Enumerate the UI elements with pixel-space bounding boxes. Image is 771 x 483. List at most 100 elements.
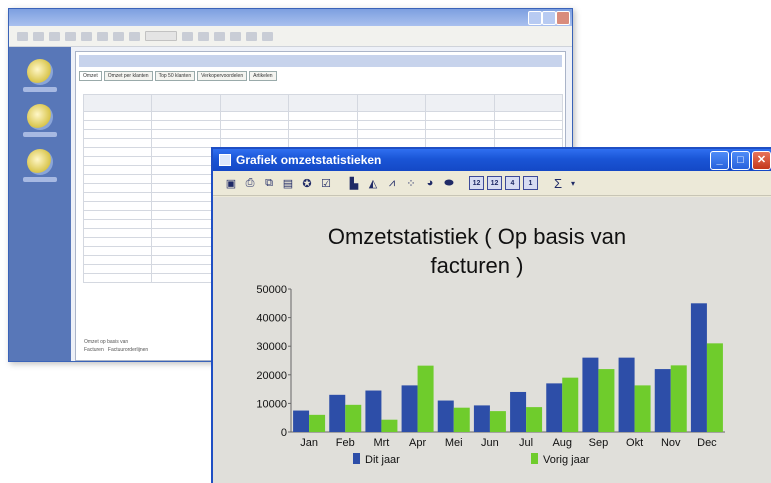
chart-window-titlebar[interactable]: Grafiek omzetstatistieken _ □ ✕: [213, 149, 771, 171]
background-window-titlebar: [9, 9, 572, 26]
doughnut-icon[interactable]: ⬬: [441, 175, 457, 191]
close-button[interactable]: ✕: [752, 151, 771, 170]
statistics-tabs: Omzet Omzet per klanten Top 50 klanten V…: [79, 71, 562, 81]
bar-dit-jaar-okt: [618, 357, 635, 432]
tab-omzet-per-klanten[interactable]: Omzet per klanten: [103, 71, 153, 81]
bar-dit-jaar-jan: [293, 410, 310, 432]
zoom-select[interactable]: [145, 31, 177, 41]
table-row[interactable]: [82, 129, 564, 139]
table-row[interactable]: [82, 111, 564, 121]
tab-omzet[interactable]: Omzet: [79, 71, 102, 81]
export-icon[interactable]: ▤: [280, 175, 296, 191]
bar-chart-icon[interactable]: ▙: [346, 175, 362, 191]
toolbar-icon[interactable]: [182, 31, 193, 41]
view-12-b-icon[interactable]: 12: [487, 176, 502, 190]
x-tick-label: Nov: [661, 437, 681, 449]
nav-chart-icon[interactable]: [27, 59, 53, 85]
x-tick-label: Apr: [409, 437, 426, 449]
navigation-panel: [9, 47, 71, 361]
x-tick-label: Feb: [336, 437, 355, 449]
radio-factuurorderlijnen[interactable]: Factuurorderlijnen: [108, 347, 148, 353]
chart-x-labels: Jan Feb Mrt Apr Mei Jun Jul Aug Sep Okt Nov Dec: [300, 437, 717, 449]
bar-vorig-jaar-jan: [309, 414, 326, 432]
toolbar-icon[interactable]: [49, 31, 60, 41]
sum-icon[interactable]: Σ: [550, 175, 566, 191]
minimize-button[interactable]: _: [710, 151, 729, 170]
nav-chart-icon[interactable]: [27, 149, 53, 175]
nav-chart-icon[interactable]: [27, 104, 53, 130]
x-tick-label: Jul: [519, 437, 533, 449]
toolbar-icon[interactable]: [97, 31, 108, 41]
maximize-button[interactable]: □: [731, 151, 750, 170]
print-icon[interactable]: ⎙: [242, 175, 258, 191]
toolbar-separator: [460, 175, 466, 191]
panel-header: [79, 55, 562, 67]
wizard-icon[interactable]: ✪: [299, 175, 315, 191]
toolbar-icon[interactable]: [198, 31, 209, 41]
bar-vorig-jaar-sep: [598, 369, 615, 432]
toolbar-icon[interactable]: [81, 31, 92, 41]
view-1-icon[interactable]: 1: [523, 176, 538, 190]
view-4-icon[interactable]: 4: [505, 176, 520, 190]
x-tick-label: Dec: [697, 437, 717, 449]
revenue-bar-chart: Omzetstatistiek ( Op basis van facturen …: [256, 224, 725, 466]
chart-window: Grafiek omzetstatistieken _ □ ✕ ▣ ⎙ ⧉ ▤ …: [211, 147, 771, 483]
toolbar-icon[interactable]: [214, 31, 225, 41]
bar-dit-jaar-jul: [510, 391, 527, 432]
bar-vorig-jaar-dec: [706, 343, 723, 432]
save-icon[interactable]: ▣: [223, 175, 239, 191]
toolbar-icon[interactable]: [262, 31, 273, 41]
copy-icon[interactable]: ⧉: [261, 175, 277, 191]
table-row[interactable]: [82, 120, 564, 130]
toolbar-icon[interactable]: [65, 31, 76, 41]
tab-verkopervoordelen[interactable]: Verkopervoordelen: [197, 71, 248, 81]
radio-facturen[interactable]: Facturen: [84, 347, 104, 353]
legend-swatch-vorig-jaar: [531, 453, 538, 464]
chart-legend: Dit jaar Vorig jaar: [353, 453, 590, 466]
toolbar-separator: [541, 175, 547, 191]
y-tick-label: 40000: [256, 313, 287, 325]
basis-label: Omzet op basis van: [84, 339, 129, 345]
pie-chart-icon[interactable]: ◕: [422, 175, 438, 191]
x-tick-label: Aug: [552, 437, 572, 449]
basis-options: Omzet op basis van Facturen Factuurorder…: [84, 338, 148, 354]
bar-vorig-jaar-mei: [453, 407, 470, 432]
x-tick-label: Okt: [626, 437, 643, 449]
bar-dit-jaar-nov: [654, 369, 671, 432]
y-tick-label: 50000: [256, 284, 287, 296]
view-12-a-icon[interactable]: 12: [469, 176, 484, 190]
x-tick-label: Jan: [300, 437, 318, 449]
y-tick-label: 0: [281, 427, 287, 439]
bar-vorig-jaar-jun: [489, 411, 506, 432]
bar-dit-jaar-dec: [690, 303, 707, 432]
bar-vorig-jaar-apr: [417, 365, 434, 432]
dropdown-icon[interactable]: ▾: [569, 175, 577, 191]
bar-vorig-jaar-mrt: [381, 419, 398, 432]
properties-icon[interactable]: ☑: [318, 175, 334, 191]
maximize-button[interactable]: [542, 11, 556, 25]
table-header-row: [82, 94, 564, 112]
tab-artikelen[interactable]: Artikelen: [249, 71, 277, 81]
x-tick-label: Jun: [481, 437, 499, 449]
line-chart-icon[interactable]: ⩘: [384, 175, 400, 191]
scatter-icon[interactable]: ⁘: [403, 175, 419, 191]
bar-vorig-jaar-jul: [526, 407, 543, 432]
bar-dit-jaar-mrt: [365, 390, 382, 432]
bar-dit-jaar-jun: [473, 405, 490, 432]
toolbar-icon[interactable]: [113, 31, 124, 41]
tab-top-50-klanten[interactable]: Top 50 klanten: [154, 71, 196, 81]
toolbar-icon[interactable]: [230, 31, 241, 41]
nav-label: [23, 132, 57, 137]
bar-vorig-jaar-aug: [562, 377, 579, 432]
close-button[interactable]: [556, 11, 570, 25]
y-tick-label: 20000: [256, 370, 287, 382]
toolbar-icon[interactable]: [33, 31, 44, 41]
minimize-button[interactable]: [528, 11, 542, 25]
x-tick-label: Mei: [445, 437, 463, 449]
toolbar-icon[interactable]: [129, 31, 140, 41]
legend-label-vorig-jaar: Vorig jaar: [543, 454, 590, 466]
toolbar-icon[interactable]: [246, 31, 257, 41]
3d-bar-icon[interactable]: ◭: [365, 175, 381, 191]
toolbar-icon[interactable]: [17, 31, 28, 41]
chart-title-line-2: facturen ): [431, 253, 524, 278]
